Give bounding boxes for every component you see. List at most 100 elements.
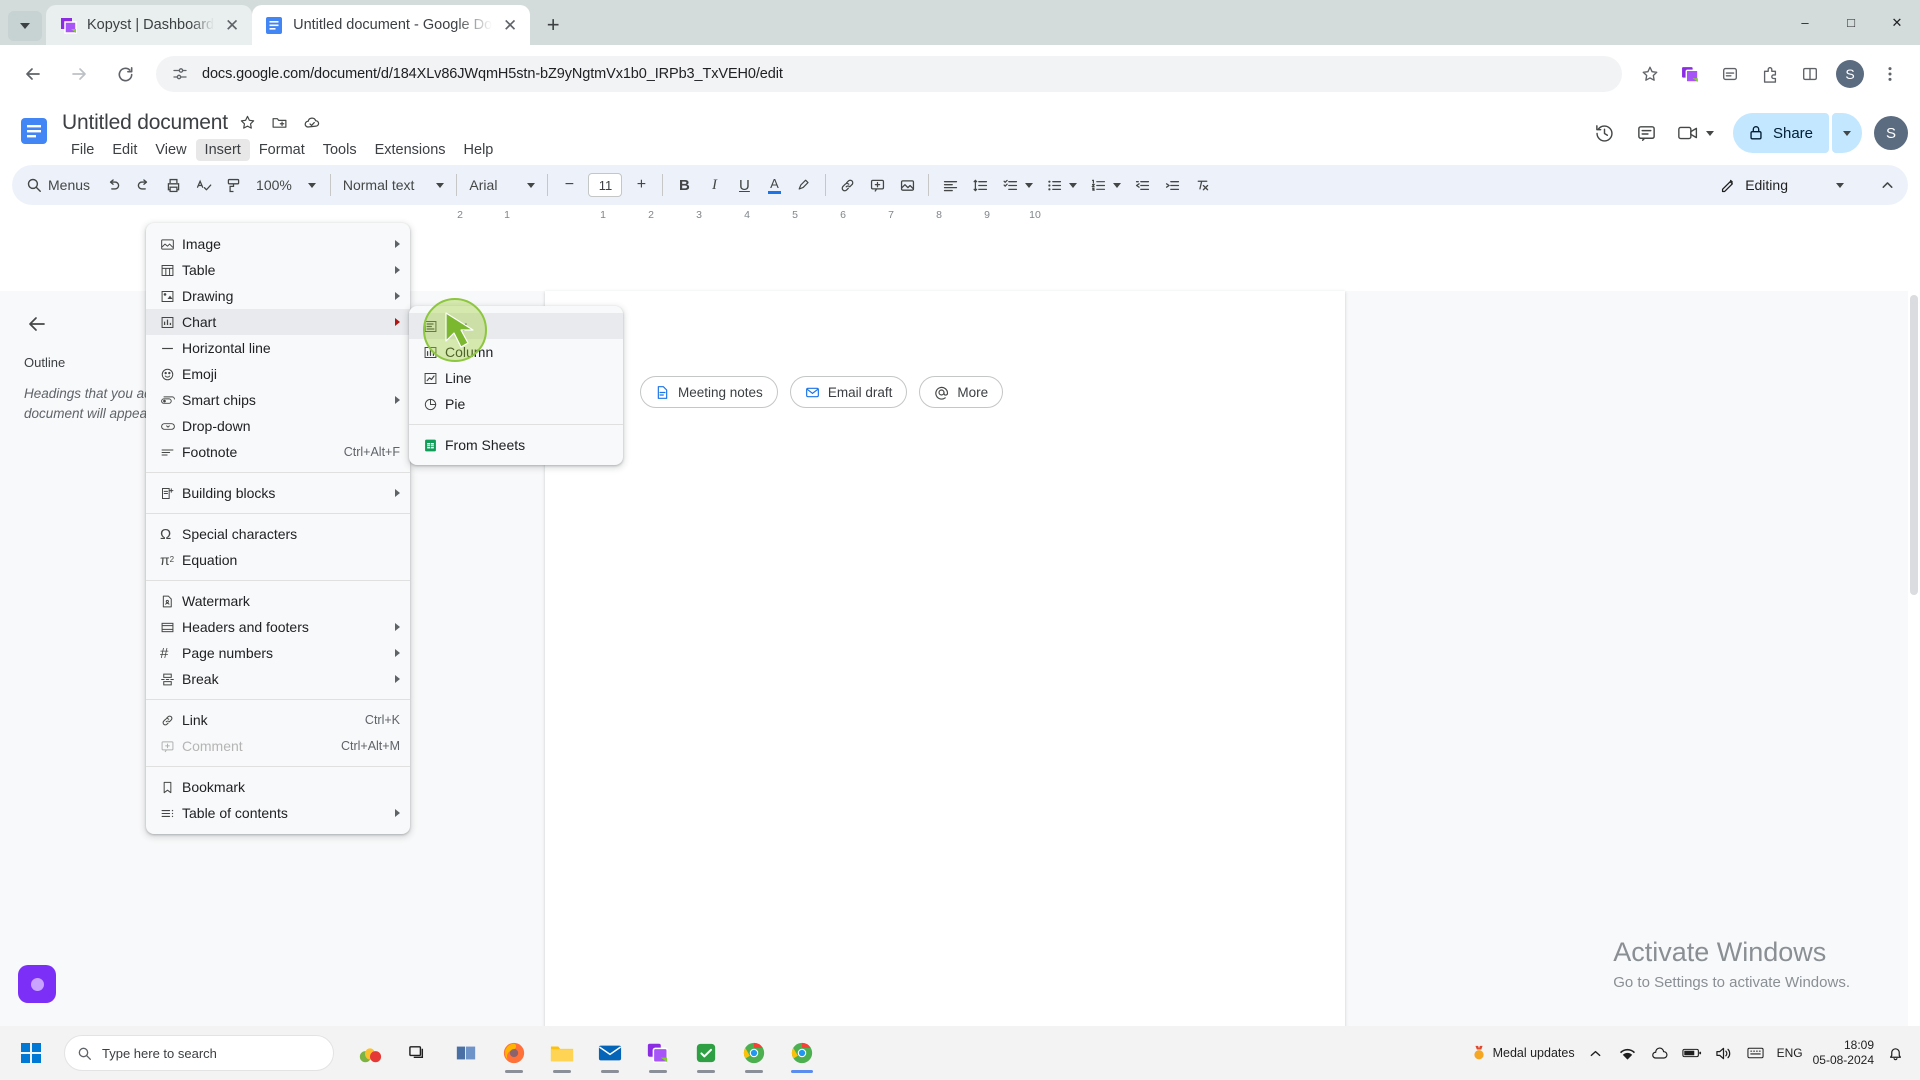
redo-icon[interactable] <box>128 170 158 200</box>
submenu-item-column[interactable]: Column <box>409 339 623 365</box>
insert-image-button[interactable] <box>892 170 922 200</box>
chevron-down-icon[interactable] <box>1069 182 1078 188</box>
clear-formatting-button[interactable] <box>1187 170 1217 200</box>
font-size-input[interactable]: 11 <box>588 173 623 197</box>
submenu-item-line[interactable]: Line <box>409 365 623 391</box>
menu-item-drawing[interactable]: Drawing <box>146 283 410 309</box>
browser-tab-kopyst[interactable]: Kopyst | Dashboard ✕ <box>46 5 253 45</box>
add-comment-button[interactable] <box>862 170 892 200</box>
highlight-color-button[interactable] <box>789 170 819 200</box>
scrollbar-thumb[interactable] <box>1910 295 1918 595</box>
print-icon[interactable] <box>158 170 188 200</box>
taskbar-file-explorer-icon[interactable] <box>540 1031 584 1075</box>
font-select[interactable]: Arial <box>463 177 541 193</box>
decrease-font-size-button[interactable]: − <box>554 170 584 200</box>
menu-item-special-characters[interactable]: Ω Special characters <box>146 521 410 547</box>
chevron-down-icon[interactable] <box>1113 182 1122 188</box>
comment-history-icon[interactable] <box>1627 113 1667 153</box>
version-history-icon[interactable] <box>1585 113 1625 153</box>
numbered-list-button[interactable] <box>1083 170 1113 200</box>
star-icon[interactable] <box>236 111 260 135</box>
menu-item-link[interactable]: Link Ctrl+K <box>146 707 410 733</box>
paint-format-icon[interactable] <box>218 170 248 200</box>
menu-item-bookmark[interactable]: Bookmark <box>146 774 410 800</box>
taskbar-kopyst-icon[interactable] <box>636 1031 680 1075</box>
onedrive-icon[interactable] <box>1649 1042 1671 1064</box>
maximize-button[interactable]: □ <box>1828 0 1874 45</box>
menu-item-page-numbers[interactable]: # Page numbers <box>146 640 410 666</box>
chip-meeting-notes[interactable]: Meeting notes <box>640 376 778 408</box>
close-icon[interactable]: ✕ <box>222 15 242 35</box>
keyboard-layout-icon[interactable] <box>1745 1042 1767 1064</box>
underline-button[interactable]: U <box>729 170 759 200</box>
taskbar-store-icon[interactable] <box>684 1031 728 1075</box>
menu-item-emoji[interactable]: Emoji <box>146 361 410 387</box>
reload-icon[interactable] <box>107 56 143 92</box>
menu-item-footnote[interactable]: Footnote Ctrl+Alt+F <box>146 439 410 465</box>
menu-edit[interactable]: Edit <box>103 139 146 161</box>
taskbar-chrome-beta-icon[interactable] <box>732 1031 776 1075</box>
menu-insert[interactable]: Insert <box>195 139 250 161</box>
forward-icon[interactable] <box>61 56 97 92</box>
battery-icon[interactable] <box>1681 1042 1703 1064</box>
medal-updates-notification[interactable]: Medal updates <box>1471 1045 1575 1061</box>
page-title[interactable]: Untitled document <box>62 111 228 135</box>
share-options-button[interactable] <box>1832 113 1862 153</box>
taskbar-widgets-icon[interactable] <box>348 1031 392 1075</box>
share-button[interactable]: Share <box>1732 113 1829 153</box>
screenshot-extension-icon[interactable] <box>1713 57 1747 91</box>
language-indicator[interactable]: ENG <box>1777 1046 1803 1060</box>
move-to-folder-icon[interactable] <box>268 111 292 135</box>
avatar[interactable]: S <box>1836 60 1864 88</box>
menu-item-table[interactable]: Table <box>146 257 410 283</box>
increase-font-size-button[interactable]: + <box>626 170 656 200</box>
menu-item-dropdown[interactable]: Drop-down <box>146 413 410 439</box>
menu-tools[interactable]: Tools <box>314 139 366 161</box>
browser-tab-google-docs[interactable]: Untitled document - Google Do ✕ <box>252 5 531 45</box>
chrome-menu-icon[interactable] <box>1873 57 1907 91</box>
tab-search-button[interactable] <box>8 11 42 41</box>
collapse-toolbar-button[interactable] <box>1872 170 1902 200</box>
taskbar-mail-icon[interactable] <box>588 1031 632 1075</box>
undo-icon[interactable] <box>98 170 128 200</box>
decrease-indent-button[interactable] <box>1127 170 1157 200</box>
document-page[interactable]: Meeting notes Email draft More <box>545 291 1345 1080</box>
close-icon[interactable]: ✕ <box>500 15 520 35</box>
line-spacing-button[interactable] <box>965 170 995 200</box>
editing-mode-button[interactable]: Editing <box>1710 171 1854 200</box>
cloud-saved-icon[interactable] <box>300 111 324 135</box>
menu-item-smart-chips[interactable]: Smart chips <box>146 387 410 413</box>
menu-item-headers-and-footers[interactable]: Headers and footers <box>146 614 410 640</box>
taskbar-taskview-icon[interactable] <box>396 1031 440 1075</box>
minimize-button[interactable]: – <box>1782 0 1828 45</box>
address-bar[interactable]: docs.google.com/document/d/184XLv86JWqmH… <box>156 56 1622 92</box>
show-hidden-icons-icon[interactable] <box>1585 1042 1607 1064</box>
submenu-item-pie[interactable]: Pie <box>409 391 623 417</box>
back-icon[interactable] <box>15 56 51 92</box>
account-avatar[interactable]: S <box>1874 116 1908 150</box>
taskbar-files-icon[interactable] <box>444 1031 488 1075</box>
menu-item-horizontal-line[interactable]: Horizontal line <box>146 335 410 361</box>
align-button[interactable] <box>935 170 965 200</box>
checklist-button[interactable] <box>995 170 1025 200</box>
submenu-item-bar[interactable]: Bar <box>409 313 623 339</box>
zoom-control[interactable]: 100% <box>248 177 324 193</box>
taskbar-search-input[interactable]: Type here to search <box>64 1035 334 1071</box>
bulleted-list-button[interactable] <box>1039 170 1069 200</box>
menu-extensions[interactable]: Extensions <box>366 139 455 161</box>
network-icon[interactable] <box>1617 1042 1639 1064</box>
extensions-icon[interactable] <box>1753 57 1787 91</box>
taskbar-firefox-icon[interactable] <box>492 1031 536 1075</box>
bold-button[interactable]: B <box>669 170 699 200</box>
menu-item-watermark[interactable]: Watermark <box>146 588 410 614</box>
close-window-button[interactable]: ✕ <box>1874 0 1920 45</box>
kopyst-recorder-button[interactable] <box>18 965 56 1003</box>
taskbar-chrome-icon[interactable] <box>780 1031 824 1075</box>
menu-item-break[interactable]: Break <box>146 666 410 692</box>
volume-icon[interactable] <box>1713 1042 1735 1064</box>
insert-link-button[interactable] <box>832 170 862 200</box>
new-tab-button[interactable]: + <box>536 8 570 42</box>
bookmark-star-icon[interactable] <box>1633 57 1667 91</box>
kopyst-extension-icon[interactable] <box>1673 57 1707 91</box>
menu-item-table-of-contents[interactable]: Table of contents <box>146 800 410 826</box>
